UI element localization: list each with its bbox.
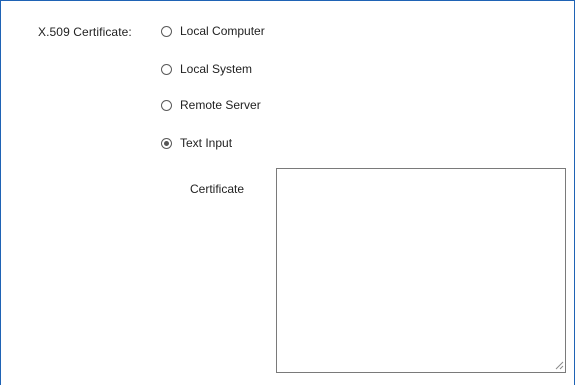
radio-remote-server[interactable]	[161, 99, 172, 111]
x509-certificate-panel: X.509 Certificate: Local Computer Local …	[0, 0, 575, 385]
x509-certificate-label: X.509 Certificate:	[38, 25, 132, 39]
resize-grip-icon[interactable]	[554, 360, 564, 370]
radio-text-input[interactable]	[161, 137, 172, 149]
certificate-label: Certificate	[190, 182, 245, 196]
radio-local-system[interactable]	[161, 63, 172, 75]
option-label-local-computer[interactable]: Local Computer	[180, 24, 265, 38]
option-label-remote-server[interactable]: Remote Server	[180, 98, 261, 112]
radio-local-computer[interactable]	[161, 25, 172, 37]
option-local-system[interactable]: Local System	[161, 61, 252, 77]
option-remote-server[interactable]: Remote Server	[161, 97, 261, 113]
option-label-local-system[interactable]: Local System	[180, 62, 252, 76]
certificate-textarea[interactable]	[276, 168, 566, 373]
option-label-text-input[interactable]: Text Input	[180, 136, 232, 150]
option-local-computer[interactable]: Local Computer	[161, 23, 265, 39]
option-text-input[interactable]: Text Input	[161, 135, 232, 151]
